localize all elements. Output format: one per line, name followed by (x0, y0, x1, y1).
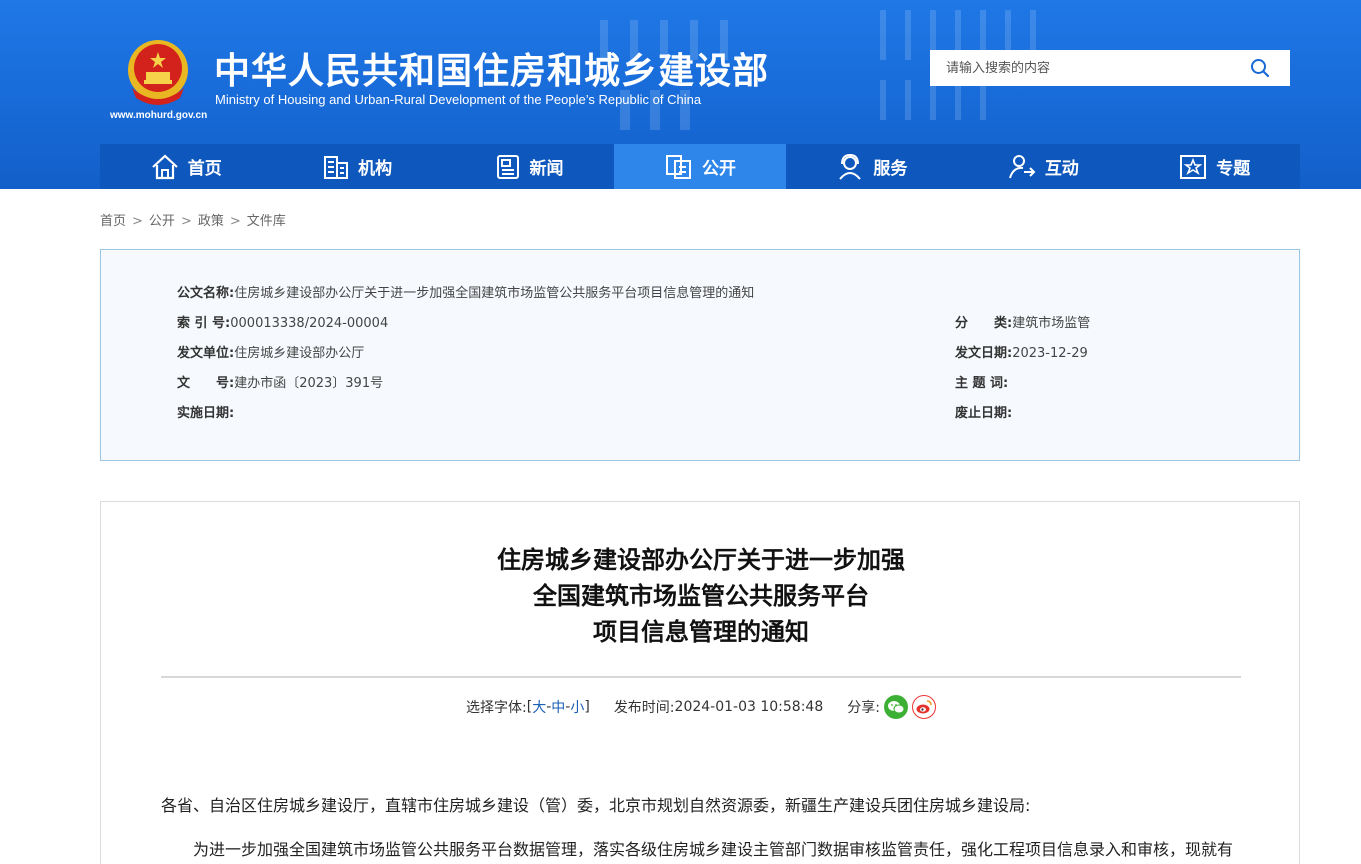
font-bracket-close: ] (584, 699, 590, 715)
meta-index-row: 索 引 号:000013338/2024-00004 (177, 312, 388, 331)
nav-label: 机构 (358, 159, 393, 179)
search-box (930, 50, 1290, 86)
nav-label: 首页 (187, 159, 222, 179)
nav-item-org[interactable]: 机构 (271, 144, 442, 189)
wechat-icon (887, 701, 905, 714)
meta-expiry-label: 废止日期: (955, 406, 1013, 421)
publish-time-label: 发布时间: (613, 700, 675, 716)
national-emblem-icon (128, 40, 188, 105)
nav-label: 服务 (873, 159, 908, 179)
article-title-line: 全国建筑市场监管公共服务平台 (533, 582, 869, 610)
breadcrumb-policy[interactable]: 政策 (198, 214, 224, 229)
font-medium-option[interactable]: 中 (551, 697, 565, 717)
breadcrumb-public[interactable]: 公开 (149, 214, 175, 229)
title-divider (161, 676, 1241, 678)
home-icon (151, 154, 178, 179)
nav-label: 公开 (701, 159, 736, 179)
meta-category-value: 建筑市场监管 (1012, 316, 1091, 331)
meta-effective-row: 实施日期: (177, 402, 234, 421)
main-nav: 首页 机构 新闻 公开 服务 互动 专题 (100, 144, 1300, 189)
font-large-option[interactable]: 大 (532, 697, 546, 717)
meta-docno-label: 文 号: (177, 376, 235, 391)
nav-label: 新闻 (529, 159, 564, 179)
article-container: 住房城乡建设部办公厅关于进一步加强 全国建筑市场监管公共服务平台 项目信息管理的… (100, 501, 1300, 864)
meta-issuer-label: 发文单位: (177, 346, 235, 361)
meta-name-row: 公文名称:住房城乡建设部办公厅关于进一步加强全国建筑市场监管公共服务平台项目信息… (177, 282, 754, 301)
document-meta-panel: 公文名称:住房城乡建设部办公厅关于进一步加强全国建筑市场监管公共服务平台项目信息… (100, 249, 1300, 461)
meta-name-label: 公文名称: (177, 286, 235, 301)
meta-category-label: 分 类: (955, 316, 1013, 331)
breadcrumb-separator: > (180, 214, 192, 229)
service-icon (839, 153, 862, 180)
meta-expiry-row: 废止日期: (955, 402, 1012, 421)
article-toolbar: 选择字体: [ 大 - 中 - 小 ] 发布时间: 2024-01-03 10:… (101, 695, 1301, 719)
weibo-share-icon[interactable] (911, 695, 936, 719)
font-small-option[interactable]: 小 (570, 697, 584, 717)
breadcrumb-home[interactable]: 首页 (100, 214, 126, 229)
breadcrumb-library[interactable]: 文件库 (247, 214, 286, 229)
breadcrumb: 首页 > 公开 > 政策 > 文件库 (100, 210, 286, 229)
nav-item-public[interactable]: 公开 (614, 144, 786, 189)
nav-item-interaction[interactable]: 互动 (957, 144, 1128, 189)
search-icon[interactable] (1250, 58, 1270, 78)
article-title: 住房城乡建设部办公厅关于进一步加强 全国建筑市场监管公共服务平台 项目信息管理的… (101, 542, 1301, 650)
meta-keywords-row: 主 题 词: (955, 372, 1008, 391)
meta-docno-row: 文 号:建办市函〔2023〕391号 (177, 372, 383, 391)
publish-time-value: 2024-01-03 10:58:48 (674, 699, 824, 715)
meta-index-value: 000013338/2024-00004 (230, 316, 389, 331)
nav-label: 互动 (1044, 159, 1079, 179)
site-url: www.mohurd.gov.cn (110, 110, 208, 121)
meta-name-value: 住房城乡建设部办公厅关于进一步加强全国建筑市场监管公共服务平台项目信息管理的通知 (234, 286, 755, 301)
share-label: 分享: (847, 700, 880, 716)
meta-effective-label: 实施日期: (177, 406, 235, 421)
meta-date-row: 发文日期:2023-12-29 (955, 342, 1088, 361)
nav-item-news[interactable]: 新闻 (443, 144, 614, 189)
site-subtitle: Ministry of Housing and Urban-Rural Deve… (215, 92, 702, 107)
meta-keywords-label: 主 题 词: (955, 376, 1009, 391)
search-input[interactable] (930, 50, 1240, 86)
news-icon (496, 154, 519, 179)
site-title[interactable]: 中华人民共和国住房和城乡建设部 (214, 42, 769, 94)
nav-item-service[interactable]: 服务 (786, 144, 957, 189)
star-topic-icon (1180, 154, 1207, 179)
user-interaction-icon (1008, 154, 1036, 178)
wechat-share-icon[interactable] (883, 695, 908, 719)
nav-label: 专题 (1216, 159, 1251, 179)
nav-item-home[interactable]: 首页 (100, 144, 271, 189)
meta-issuer-row: 发文单位:住房城乡建设部办公厅 (177, 342, 364, 361)
article-paragraph: 为进一步加强全国建筑市场监管公共服务平台数据管理，落实各级住房城乡建设主管部门数… (193, 840, 1234, 859)
nav-item-topic[interactable]: 专题 (1129, 144, 1300, 189)
weibo-icon (916, 700, 932, 714)
meta-date-label: 发文日期: (955, 346, 1013, 361)
article-salutation: 各省、自治区住房城乡建设厅，直辖市住房城乡建设（管）委，北京市规划自然资源委，新… (161, 796, 1031, 815)
breadcrumb-separator: > (229, 214, 241, 229)
article-title-line: 项目信息管理的通知 (593, 618, 809, 646)
meta-issuer-value: 住房城乡建设部办公厅 (234, 346, 365, 361)
article-title-line: 住房城乡建设部办公厅关于进一步加强 (497, 546, 905, 574)
meta-category-row: 分 类:建筑市场监管 (955, 312, 1090, 331)
breadcrumb-separator: > (132, 214, 143, 229)
building-icon (324, 155, 349, 179)
document-icon (665, 154, 691, 179)
meta-date-value: 2023-12-29 (1012, 346, 1088, 361)
font-size-label: 选择字体: (466, 700, 527, 716)
meta-docno-value: 建办市函〔2023〕391号 (234, 376, 384, 391)
meta-index-label: 索 引 号: (177, 316, 231, 331)
